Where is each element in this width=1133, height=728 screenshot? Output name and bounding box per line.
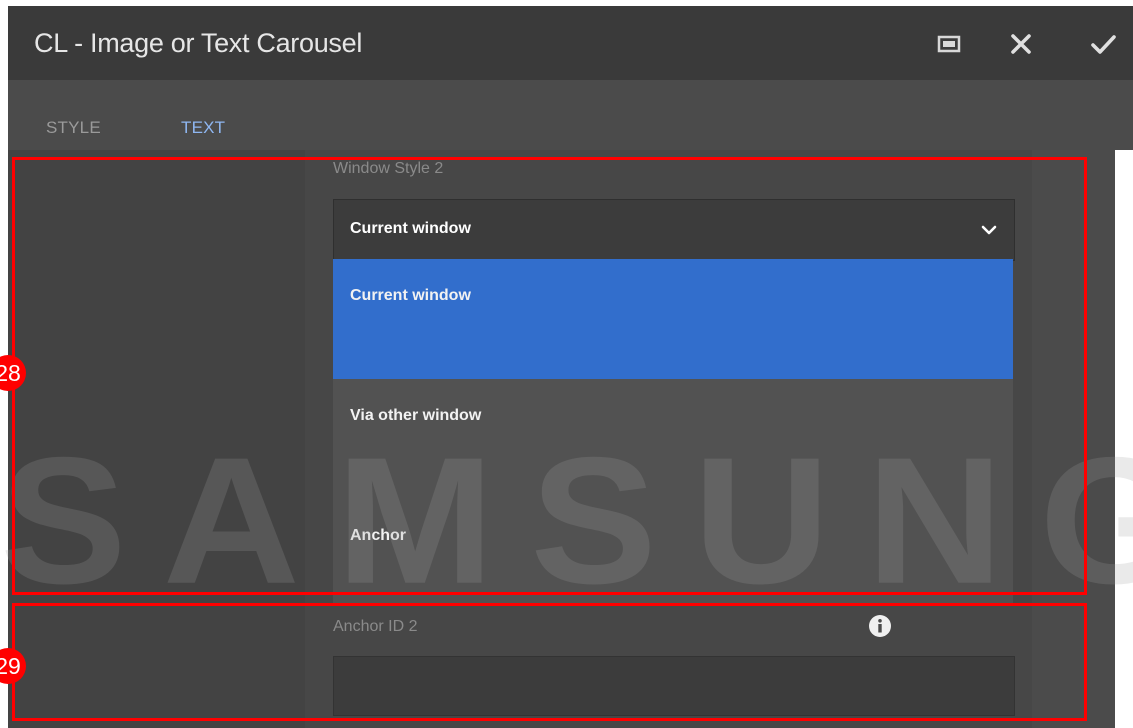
option-label: Via other window [350, 407, 482, 424]
right-column [1032, 150, 1115, 728]
dropdown-option-anchor[interactable]: Anchor [333, 499, 1013, 619]
close-button[interactable] [1001, 24, 1041, 64]
window-style-dropdown: Current window Via other window Anchor [333, 259, 1013, 605]
fullscreen-icon [937, 35, 961, 53]
preview-edge [1115, 150, 1133, 728]
window-style-selected-value: Current window [350, 220, 471, 237]
close-icon [1011, 34, 1031, 54]
option-label: Current window [350, 287, 471, 304]
anchor-id-input[interactable] [333, 656, 1015, 716]
chevron-down-icon [981, 225, 997, 235]
info-icon[interactable] [868, 614, 892, 638]
dialog: CL - Image or Text Carousel STYLE TEXT W… [8, 6, 1133, 728]
tab-text[interactable]: TEXT [181, 118, 225, 138]
anchor-id-label: Anchor ID 2 [333, 618, 418, 635]
side-panel [8, 150, 305, 728]
tab-style[interactable]: STYLE [46, 118, 101, 138]
dialog-title: CL - Image or Text Carousel [34, 28, 363, 58]
tab-bar: STYLE TEXT [8, 80, 1133, 150]
window-style-select[interactable]: Current window [333, 199, 1015, 261]
option-label: Anchor [350, 527, 406, 544]
dropdown-option-via-other-window[interactable]: Via other window [333, 379, 1013, 499]
dialog-header: CL - Image or Text Carousel [8, 6, 1133, 80]
fullscreen-button[interactable] [929, 24, 969, 64]
window-style-label: Window Style 2 [333, 160, 444, 177]
done-button[interactable] [1083, 24, 1123, 64]
dropdown-option-current-window[interactable]: Current window [333, 259, 1013, 379]
checkmark-icon [1091, 35, 1116, 54]
